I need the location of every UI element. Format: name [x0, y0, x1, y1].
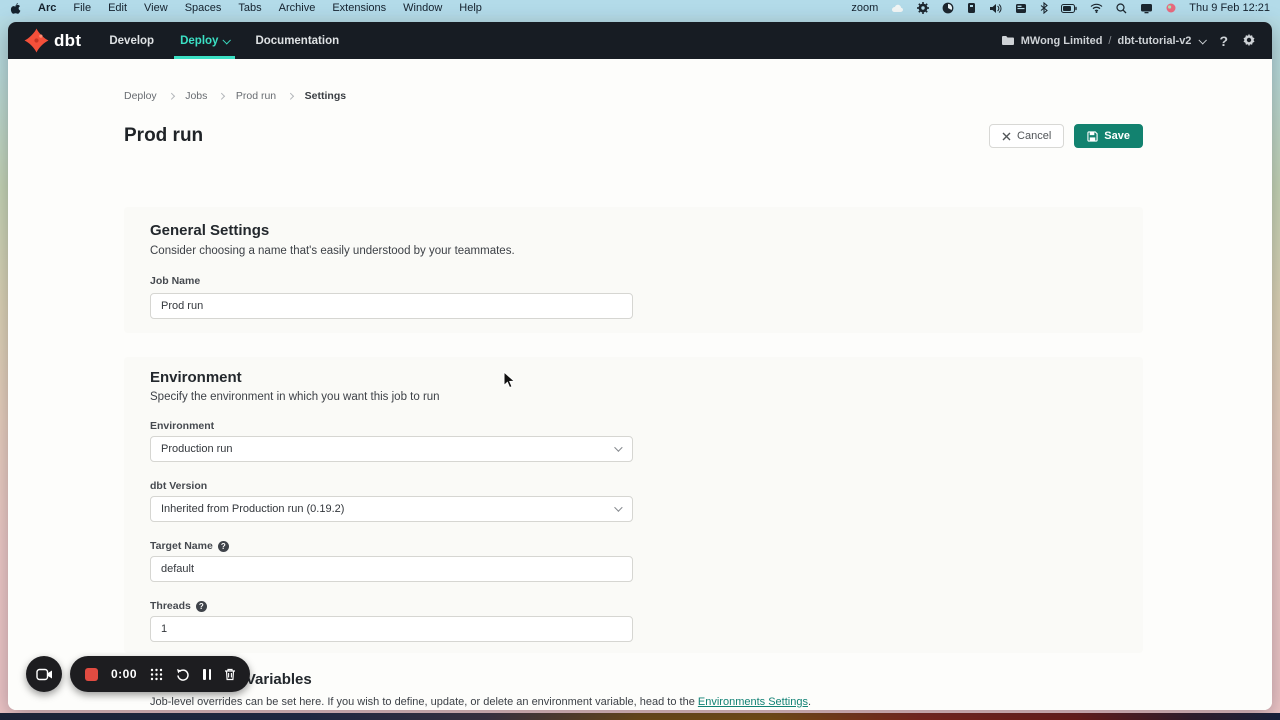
general-settings-card: General Settings Consider choosing a nam…: [124, 207, 1143, 333]
menubar-item-edit[interactable]: Edit: [108, 2, 127, 14]
general-settings-title: General Settings: [150, 222, 269, 239]
chevron-down-icon: [614, 503, 622, 511]
dbt-navbar: dbt Develop Deploy Documentation MWong L…: [8, 22, 1272, 59]
help-icon[interactable]: ?: [1219, 33, 1228, 49]
page-title: Prod run: [124, 125, 203, 147]
breadcrumb-prod-run[interactable]: Prod run: [236, 90, 276, 102]
recording-timer: 0:00: [111, 667, 137, 681]
account-project-selector[interactable]: MWong Limited / dbt-tutorial-v2: [1001, 35, 1206, 47]
threads-label: Threads ?: [150, 600, 207, 612]
chevron-right-icon: [218, 93, 224, 99]
breadcrumb-deploy[interactable]: Deploy: [124, 90, 157, 102]
environments-settings-link[interactable]: Environments Settings: [698, 696, 808, 708]
settings-gear-icon[interactable]: [1242, 33, 1256, 49]
chevron-down-icon: [614, 443, 622, 451]
account-project-separator: /: [1108, 35, 1111, 47]
environment-title: Environment: [150, 369, 242, 386]
breadcrumb-jobs[interactable]: Jobs: [185, 90, 207, 102]
menubar-item-arc[interactable]: Arc: [38, 2, 56, 14]
environment-select-label: Environment: [150, 420, 214, 432]
zoom-menubar-label[interactable]: zoom: [851, 2, 878, 14]
chevron-right-icon: [168, 93, 174, 99]
breadcrumb-settings: Settings: [305, 90, 346, 102]
battery-icon[interactable]: [1061, 1, 1077, 15]
search-icon[interactable]: [1116, 1, 1127, 15]
discard-recording-button[interactable]: [224, 668, 236, 681]
recording-toolbar: 0:00: [70, 656, 250, 692]
menubar-item-archive[interactable]: Archive: [279, 2, 316, 14]
chevron-right-icon: [287, 93, 293, 99]
breadcrumb: Deploy Jobs Prod run Settings: [124, 90, 346, 102]
menubar-item-tabs[interactable]: Tabs: [238, 2, 261, 14]
target-name-label: Target Name ?: [150, 540, 229, 552]
camera-bubble-button[interactable]: [26, 656, 62, 692]
window-icon[interactable]: [1015, 1, 1027, 15]
save-icon: [1087, 131, 1098, 142]
general-settings-subtitle: Consider choosing a name that's easily u…: [150, 245, 515, 257]
nav-tab-develop[interactable]: Develop: [109, 22, 154, 59]
dbt-logo-icon: [24, 28, 49, 53]
keyboard-icon[interactable]: [967, 1, 976, 15]
gear-icon[interactable]: [917, 1, 929, 15]
pause-recording-button[interactable]: [203, 669, 211, 680]
recording-app-icon[interactable]: [1166, 1, 1176, 15]
menubar-item-help[interactable]: Help: [459, 2, 482, 14]
browser-window: dbt Develop Deploy Documentation MWong L…: [8, 22, 1272, 710]
environment-card: Environment Specify the environment in w…: [124, 357, 1143, 653]
video-camera-icon: [36, 668, 53, 681]
menubar-clock: Thu 9 Feb 12:21: [1189, 2, 1270, 14]
job-name-input[interactable]: [150, 293, 633, 319]
nav-tab-deploy[interactable]: Deploy: [180, 22, 229, 59]
target-name-input[interactable]: [150, 556, 633, 582]
save-button[interactable]: Save: [1074, 124, 1143, 148]
help-tooltip-icon[interactable]: ?: [218, 541, 229, 552]
wifi-icon[interactable]: [1090, 1, 1103, 15]
dbt-logo-text: dbt: [54, 31, 81, 51]
menubar-item-view[interactable]: View: [144, 2, 168, 14]
environment-subtitle: Specify the environment in which you wan…: [150, 391, 440, 403]
wallpaper-bottom-strip: [0, 713, 1280, 720]
desktop: Arc File Edit View Spaces Tabs Archive E…: [0, 0, 1280, 720]
dbt-version-label: dbt Version: [150, 480, 207, 492]
cancel-button[interactable]: Cancel: [989, 124, 1064, 148]
menubar-item-spaces[interactable]: Spaces: [185, 2, 222, 14]
environment-variables-description: Job-level overrides can be set here. If …: [150, 696, 811, 708]
chevron-down-icon: [223, 36, 231, 44]
project-name: dbt-tutorial-v2: [1117, 35, 1191, 47]
threads-input[interactable]: [150, 616, 633, 642]
folder-icon: [1001, 35, 1015, 46]
cloud-icon[interactable]: [891, 1, 904, 15]
grid-options-button[interactable]: [150, 668, 163, 681]
page-content: Deploy Jobs Prod run Settings Prod run C…: [8, 59, 1272, 710]
display-icon[interactable]: [1140, 1, 1153, 15]
dbt-logo[interactable]: dbt: [24, 28, 81, 53]
macos-menubar: Arc File Edit View Spaces Tabs Archive E…: [0, 0, 1280, 16]
restart-recording-button[interactable]: [176, 668, 190, 681]
volume-icon[interactable]: [989, 1, 1002, 15]
bluetooth-icon[interactable]: [1040, 1, 1048, 15]
clock-icon[interactable]: [942, 1, 954, 15]
menubar-item-extensions[interactable]: Extensions: [332, 2, 386, 14]
page-actions: Cancel Save: [989, 124, 1143, 148]
dbt-version-select[interactable]: Inherited from Production run (0.19.2): [150, 496, 633, 522]
apple-icon[interactable]: [10, 1, 21, 15]
menubar-item-file[interactable]: File: [73, 2, 91, 14]
job-name-label: Job Name: [150, 275, 200, 287]
nav-tab-documentation[interactable]: Documentation: [255, 22, 339, 59]
close-icon: [1002, 132, 1011, 141]
help-tooltip-icon[interactable]: ?: [196, 601, 207, 612]
environment-select[interactable]: Production run: [150, 436, 633, 462]
menubar-item-window[interactable]: Window: [403, 2, 442, 14]
account-name: MWong Limited: [1021, 35, 1103, 47]
stop-record-button[interactable]: [85, 668, 98, 681]
chevron-down-icon: [1199, 36, 1207, 44]
